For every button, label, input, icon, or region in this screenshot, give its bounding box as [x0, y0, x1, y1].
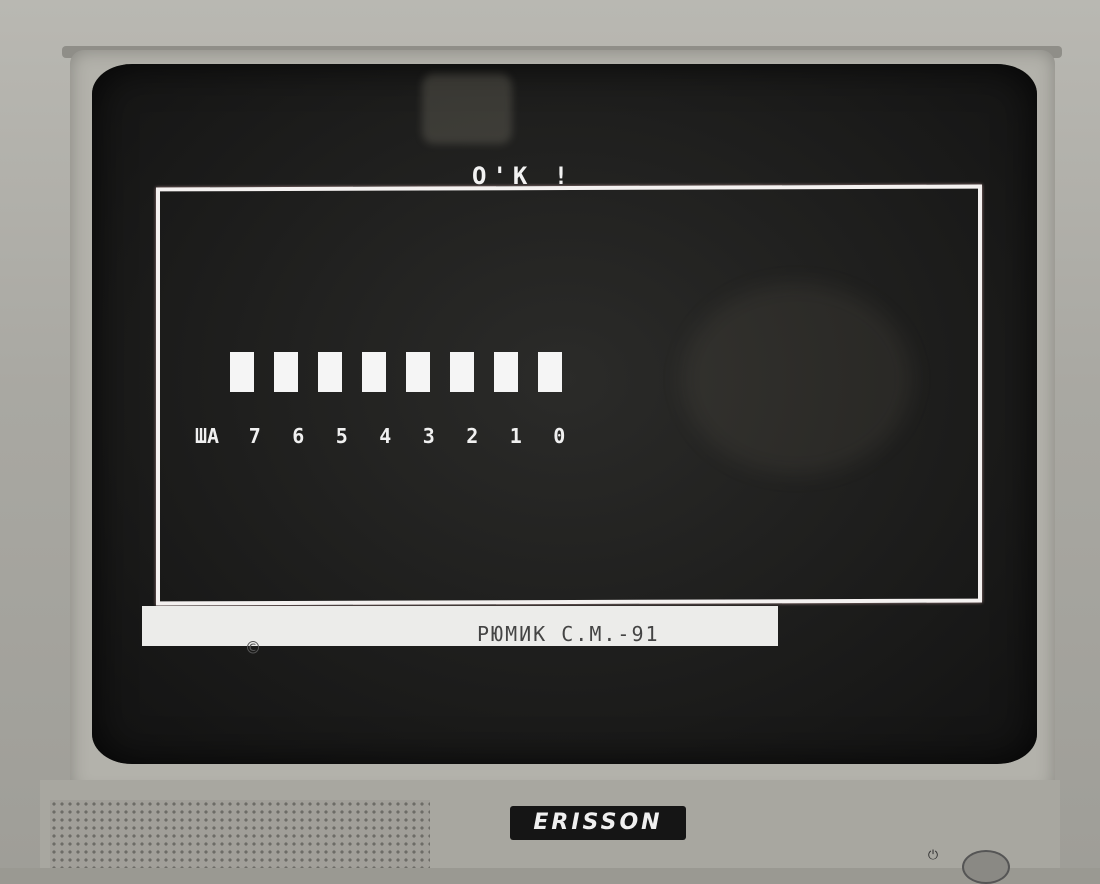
bit-label: 4 — [379, 424, 392, 448]
bit-label: 3 — [422, 424, 435, 448]
brand-logo: ERISSON — [510, 806, 686, 840]
speaker-grille — [50, 800, 430, 868]
bit-indicator — [450, 352, 474, 392]
footer-bar — [142, 606, 778, 646]
bit-indicator — [274, 352, 298, 392]
bit-indicator — [406, 352, 430, 392]
bit-indicator — [538, 352, 562, 392]
bit-labels: ША 7 6 5 4 3 2 1 0 — [195, 424, 581, 448]
author-credit: РЮМИК С.М.-91 — [477, 622, 660, 646]
bit-label: 5 — [335, 424, 348, 448]
bit-label: 7 — [248, 424, 261, 448]
bit-indicator — [230, 352, 254, 392]
tv-set: O'K ! ША 7 6 5 4 3 2 1 0 © РЮМИК С.М.-91 — [0, 0, 1100, 884]
bit-indicator — [362, 352, 386, 392]
bit-label: 1 — [509, 424, 522, 448]
bit-label: 2 — [466, 424, 479, 448]
bus-label: ША — [195, 424, 220, 448]
power-icon[interactable]: ⏻ — [925, 848, 941, 864]
crt-screen: O'K ! ША 7 6 5 4 3 2 1 0 © РЮМИК С.М.-91 — [92, 64, 1037, 764]
bit-indicator — [318, 352, 342, 392]
copyright-symbol: © — [247, 636, 260, 660]
display-frame — [156, 184, 982, 606]
bit-indicators — [230, 352, 562, 392]
bit-indicator — [494, 352, 518, 392]
bit-label: 0 — [553, 424, 566, 448]
bit-label: 6 — [292, 424, 305, 448]
screen-glare — [422, 74, 512, 144]
control-knob[interactable] — [962, 850, 1010, 884]
